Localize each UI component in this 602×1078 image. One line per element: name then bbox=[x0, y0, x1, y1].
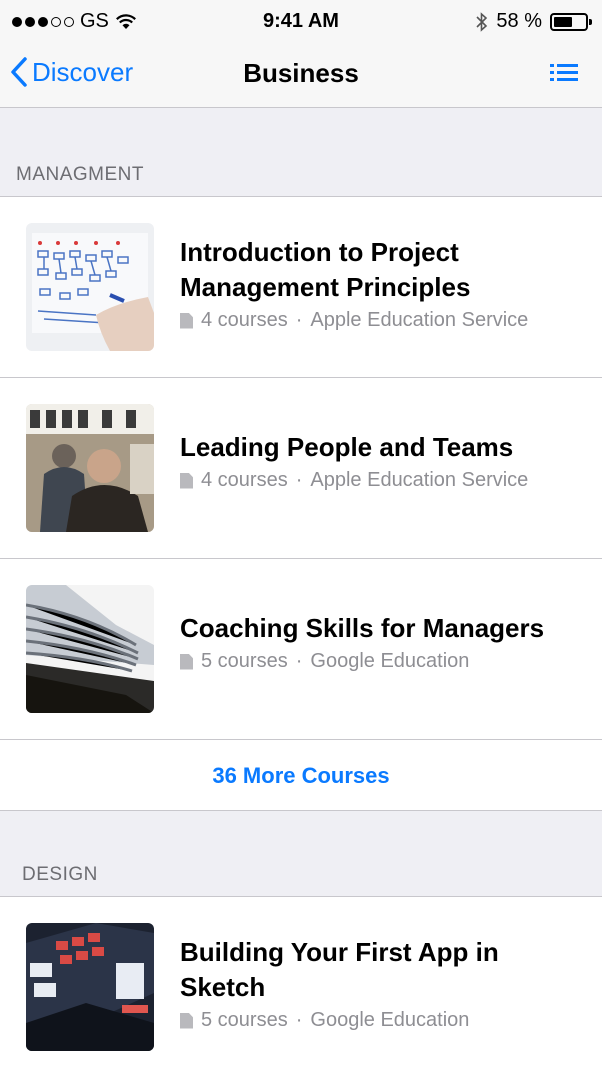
course-meta: 4 courses · Apple Education Service bbox=[180, 469, 582, 492]
bluetooth-icon bbox=[476, 11, 488, 32]
list-button[interactable] bbox=[550, 64, 578, 87]
status-right: 58 % bbox=[476, 10, 592, 33]
course-title: Leading People and Teams bbox=[180, 432, 514, 462]
course-count: 4 courses bbox=[201, 309, 288, 331]
document-icon bbox=[180, 472, 193, 489]
course-title: Introduction to Project Management Princ… bbox=[180, 237, 471, 302]
course-info: Building Your First App in Sketch 5 cour… bbox=[180, 935, 582, 1032]
document-icon bbox=[180, 653, 193, 670]
course-info: Leading People and Teams 4 courses · App… bbox=[180, 430, 582, 492]
list-icon bbox=[550, 64, 578, 81]
status-bar: GS 9:41 AM 58 % bbox=[0, 0, 602, 42]
separator-dot: · bbox=[295, 1009, 303, 1031]
course-provider: Apple Education Service bbox=[310, 309, 529, 331]
page-title: Business bbox=[243, 58, 359, 88]
navigation-bar: Discover Business bbox=[0, 42, 602, 108]
course-provider: Apple Education Service bbox=[310, 469, 529, 491]
course-thumbnail bbox=[26, 223, 154, 351]
course-title: Building Your First App in Sketch bbox=[180, 937, 499, 1002]
course-count: 5 courses bbox=[201, 1009, 288, 1031]
course-row[interactable]: Building Your First App in Sketch 5 cour… bbox=[0, 896, 602, 1078]
course-row[interactable]: Coaching Skills for Managers 5 courses ·… bbox=[0, 558, 602, 739]
course-row[interactable]: Introduction to Project Management Princ… bbox=[0, 196, 602, 377]
section-header-management: MANAGMENT bbox=[16, 164, 144, 185]
course-provider: Google Education bbox=[310, 650, 470, 672]
document-icon bbox=[180, 312, 193, 329]
battery-icon bbox=[550, 12, 592, 31]
separator-dot: · bbox=[295, 650, 303, 672]
course-meta: 4 courses · Apple Education Service bbox=[180, 309, 582, 332]
more-courses-button[interactable]: 36 More Courses bbox=[0, 739, 602, 811]
course-thumbnail bbox=[26, 923, 154, 1051]
section-header-design: DESIGN bbox=[22, 864, 98, 885]
document-icon bbox=[180, 1012, 193, 1029]
course-row[interactable]: Leading People and Teams 4 courses · App… bbox=[0, 377, 602, 558]
separator-dot: · bbox=[295, 309, 303, 331]
course-meta: 5 courses · Google Education bbox=[180, 1009, 582, 1032]
course-provider: Google Education bbox=[310, 1009, 470, 1031]
course-meta: 5 courses · Google Education bbox=[180, 650, 582, 673]
battery-percent: 58 % bbox=[496, 10, 542, 32]
course-thumbnail bbox=[26, 585, 154, 713]
course-info: Coaching Skills for Managers 5 courses ·… bbox=[180, 611, 582, 673]
course-count: 4 courses bbox=[201, 469, 288, 491]
course-info: Introduction to Project Management Princ… bbox=[180, 235, 582, 332]
course-title: Coaching Skills for Managers bbox=[180, 613, 545, 643]
course-thumbnail bbox=[26, 404, 154, 532]
separator-dot: · bbox=[295, 469, 303, 491]
course-count: 5 courses bbox=[201, 650, 288, 672]
